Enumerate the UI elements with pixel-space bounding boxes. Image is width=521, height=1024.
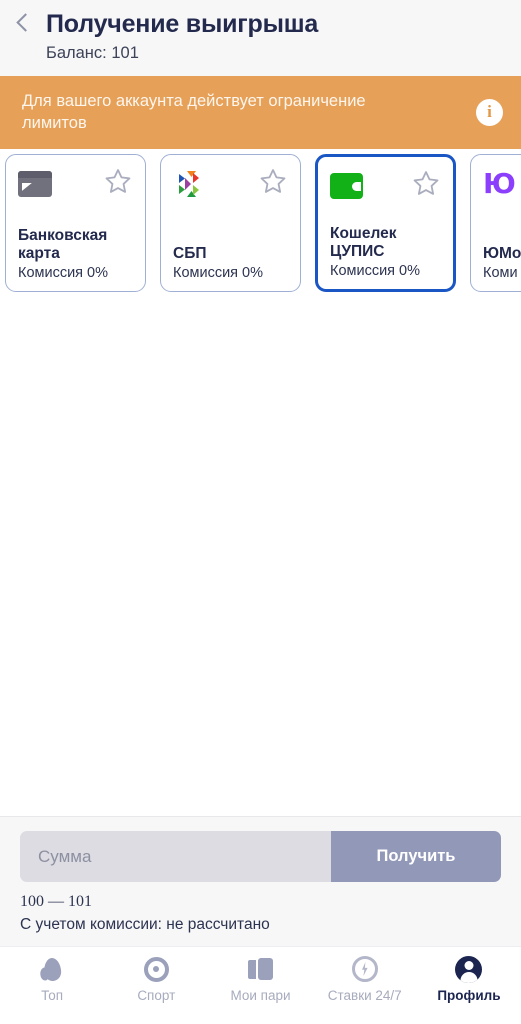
payment-method-name: ЮМо	[483, 244, 521, 262]
card-bottom-row: Банковская карта Комиссия 0%	[18, 227, 133, 281]
card-top-row	[330, 169, 441, 211]
nav-item-sport[interactable]: Спорт	[104, 955, 208, 1003]
nav-item-label: Ставки 24/7	[327, 988, 402, 1003]
card-top-row	[18, 167, 133, 209]
payment-method-name: СБП	[173, 244, 207, 262]
nav-item-top[interactable]: Топ	[0, 955, 104, 1003]
payment-method-fee: Коми	[483, 264, 518, 281]
ticket-icon	[247, 955, 275, 983]
nav-item-label: Мои пари	[230, 988, 291, 1003]
header-texts: Получение выигрыша Баланс: 101	[46, 10, 318, 63]
bottom-navigation: Топ Спорт Мои пари Ставки 24/7 Профиль	[0, 946, 521, 1024]
yoomoney-logo-icon: Ю	[483, 167, 516, 201]
chevron-left-icon	[15, 13, 35, 32]
wallet-icon	[330, 169, 368, 203]
limits-banner-text: Для вашего аккаунта действует ограничени…	[22, 92, 366, 133]
back-button[interactable]	[0, 10, 46, 32]
payment-method-name: Кошелек ЦУПИС	[330, 225, 397, 260]
card-bottom-row: СБП Комиссия 0%	[173, 245, 288, 281]
bank-card-icon	[18, 167, 56, 201]
payment-method-card-yoomoney[interactable]: Ю ЮМо Коми	[470, 153, 521, 292]
main-content-area	[0, 299, 521, 816]
withdraw-button[interactable]: Получить	[331, 831, 501, 882]
amount-row: Получить	[20, 831, 501, 882]
nav-item-label: Спорт	[137, 988, 176, 1003]
info-icon[interactable]: i	[476, 98, 503, 126]
amount-panel: Получить 100 — 101 С учетом комиссии: не…	[0, 816, 521, 946]
amount-input[interactable]	[20, 831, 331, 882]
page-header: Получение выигрыша Баланс: 101	[0, 0, 521, 76]
nav-item-label: Профиль	[437, 988, 501, 1003]
payment-method-card-bank-card[interactable]: Банковская карта Комиссия 0%	[5, 153, 146, 292]
flame-icon	[38, 955, 66, 983]
target-icon	[142, 955, 170, 983]
app-screen: Получение выигрыша Баланс: 101 Для вашег…	[0, 0, 521, 1024]
payment-method-card-cupis-wallet[interactable]: Кошелек ЦУПИС Комиссия 0%	[315, 153, 456, 292]
amount-range-hint: 100 — 101	[20, 893, 92, 910]
person-icon	[455, 955, 483, 983]
payment-method-fee: Комиссия 0%	[330, 262, 421, 279]
card-top-row	[173, 167, 288, 209]
card-bottom-row: ЮМо Коми	[483, 245, 521, 281]
sbp-logo-icon	[173, 167, 211, 201]
nav-item-my-bets[interactable]: Мои пари	[208, 955, 312, 1003]
payment-method-fee: Комиссия 0%	[18, 264, 109, 281]
nav-item-bets-247[interactable]: Ставки 24/7	[313, 955, 417, 1003]
star-outline-icon[interactable]	[411, 169, 441, 198]
payment-method-card-sbp[interactable]: СБП Комиссия 0%	[160, 153, 301, 292]
nav-item-profile[interactable]: Профиль	[417, 955, 521, 1003]
page-title: Получение выигрыша	[46, 10, 319, 38]
payment-method-fee: Комиссия 0%	[173, 264, 264, 281]
card-top-row: Ю	[483, 167, 521, 209]
limits-banner: Для вашего аккаунта действует ограничени…	[0, 76, 521, 149]
card-bottom-row: Кошелек ЦУПИС Комиссия 0%	[330, 225, 441, 279]
nav-item-label: Топ	[41, 988, 64, 1003]
star-outline-icon[interactable]	[103, 167, 133, 196]
bolt-circle-icon	[351, 955, 379, 983]
balance-label: Баланс: 101	[46, 43, 139, 62]
payment-methods-list[interactable]: Банковская карта Комиссия 0% СБП Комисси…	[0, 148, 521, 300]
star-outline-icon[interactable]	[258, 167, 288, 196]
commission-hint: С учетом комиссии: не рассчитано	[20, 916, 270, 933]
payment-method-name: Банковская карта	[18, 227, 108, 262]
